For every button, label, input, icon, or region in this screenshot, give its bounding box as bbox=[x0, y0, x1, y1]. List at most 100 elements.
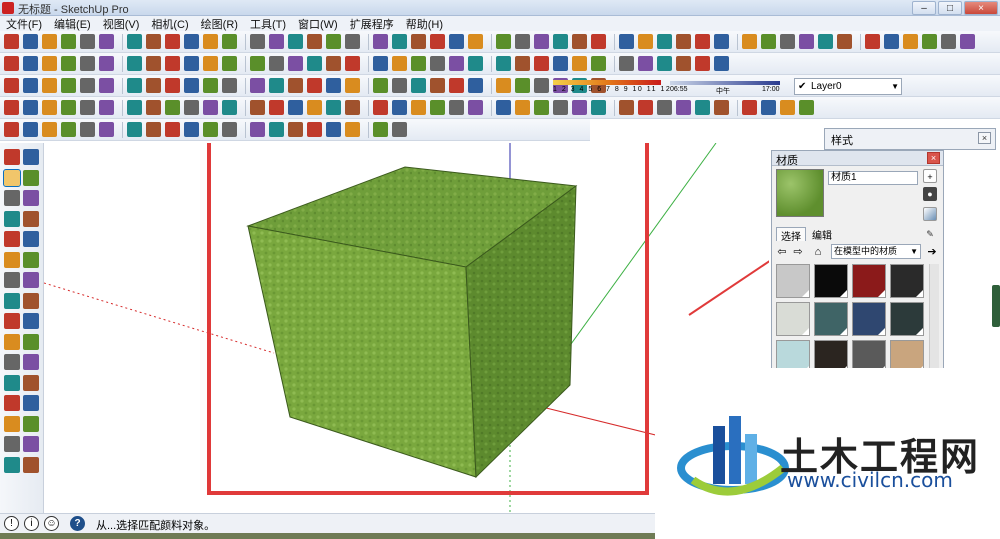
credits-icon[interactable]: i bbox=[24, 516, 39, 531]
material-swatch[interactable] bbox=[814, 264, 848, 298]
front-view-icon[interactable] bbox=[534, 56, 549, 71]
dimension-icon[interactable] bbox=[23, 333, 39, 350]
group-icon[interactable] bbox=[222, 78, 237, 93]
close-icon[interactable]: × bbox=[927, 152, 940, 164]
house-icon[interactable] bbox=[23, 122, 38, 137]
eraser-icon[interactable] bbox=[676, 34, 691, 49]
create-material-icon[interactable]: + bbox=[923, 169, 937, 183]
paint-bucket-icon[interactable] bbox=[553, 34, 568, 49]
axes-icon[interactable] bbox=[127, 122, 142, 137]
close-icon[interactable]: × bbox=[978, 132, 991, 144]
split-icon[interactable] bbox=[288, 100, 303, 115]
sandbox-icon[interactable] bbox=[288, 78, 303, 93]
subtract-icon[interactable] bbox=[80, 100, 95, 115]
scale-icon[interactable] bbox=[4, 313, 20, 329]
arc-icon[interactable] bbox=[392, 34, 407, 49]
home-icon[interactable] bbox=[4, 122, 19, 137]
left-view-icon[interactable] bbox=[99, 56, 114, 71]
zoom-extents-icon[interactable] bbox=[307, 34, 322, 49]
walk-icon[interactable] bbox=[4, 456, 20, 473]
left-view-icon[interactable] bbox=[591, 56, 606, 71]
pan-icon[interactable] bbox=[269, 34, 284, 49]
minimize-button[interactable]: – bbox=[912, 1, 936, 15]
union-icon[interactable] bbox=[553, 100, 568, 115]
trim-icon[interactable] bbox=[591, 100, 606, 115]
orbit-icon[interactable] bbox=[250, 34, 265, 49]
xray-icon[interactable] bbox=[127, 56, 142, 71]
layer-select[interactable]: ✔ Layer0 ▼ bbox=[794, 78, 902, 95]
intersect-icon[interactable] bbox=[345, 100, 360, 115]
solid-inspector-icon[interactable] bbox=[146, 100, 161, 115]
monochrome-icon[interactable] bbox=[468, 56, 483, 71]
component-icon[interactable] bbox=[23, 149, 39, 165]
outer-shell-icon[interactable] bbox=[534, 100, 549, 115]
flip-edge-icon[interactable] bbox=[184, 78, 199, 93]
component-icon[interactable] bbox=[411, 78, 426, 93]
forward-icon[interactable]: ⇨ bbox=[792, 245, 804, 259]
orbit-icon[interactable] bbox=[903, 34, 918, 49]
material-name-field[interactable]: 材质1 bbox=[828, 171, 918, 185]
3d-text-icon[interactable] bbox=[184, 122, 199, 137]
material-swatch[interactable] bbox=[776, 264, 810, 298]
axes-icon[interactable] bbox=[4, 374, 20, 391]
menu-view[interactable]: 视图(V) bbox=[97, 16, 146, 32]
eraser-icon[interactable] bbox=[23, 34, 38, 49]
swatch-scrollbar[interactable] bbox=[929, 264, 939, 369]
xray-icon[interactable] bbox=[619, 56, 634, 71]
eraser-icon[interactable] bbox=[23, 169, 39, 186]
subtract-icon[interactable] bbox=[250, 100, 265, 115]
user-icon[interactable]: ☺ bbox=[44, 516, 59, 531]
help-icon[interactable]: ? bbox=[70, 516, 85, 531]
rotate-icon[interactable] bbox=[4, 292, 20, 309]
iso-view-icon[interactable] bbox=[4, 56, 19, 71]
pan-icon[interactable] bbox=[591, 34, 606, 49]
material-swatch[interactable] bbox=[890, 302, 924, 336]
add-detail-icon[interactable] bbox=[373, 78, 388, 93]
zoom-icon[interactable] bbox=[4, 415, 20, 432]
paint-bucket-icon[interactable] bbox=[3, 168, 21, 187]
select-icon[interactable] bbox=[4, 34, 19, 49]
freehand-icon[interactable] bbox=[23, 190, 39, 206]
outer-shell-icon[interactable] bbox=[42, 100, 57, 115]
offset-icon[interactable] bbox=[165, 34, 180, 49]
rotated-rectangle-icon[interactable] bbox=[23, 210, 39, 227]
smoove-icon[interactable] bbox=[99, 78, 114, 93]
text-icon[interactable] bbox=[534, 34, 549, 49]
add-detail-icon[interactable] bbox=[165, 78, 180, 93]
stamp-icon[interactable] bbox=[127, 78, 142, 93]
zoom-window-icon[interactable] bbox=[23, 415, 39, 432]
intersect-icon[interactable] bbox=[23, 100, 38, 115]
material-swatch[interactable] bbox=[852, 264, 886, 298]
zoom-extents-icon[interactable] bbox=[960, 34, 975, 49]
xray-icon[interactable] bbox=[373, 56, 388, 71]
push-pull-icon[interactable] bbox=[761, 34, 776, 49]
subtract-icon[interactable] bbox=[742, 100, 757, 115]
material-swatch[interactable] bbox=[776, 302, 810, 336]
panel-handle[interactable] bbox=[992, 285, 1000, 327]
menu-help[interactable]: 帮助(H) bbox=[400, 16, 449, 32]
follow-me-icon[interactable] bbox=[496, 100, 511, 115]
rectangle-icon[interactable] bbox=[411, 34, 426, 49]
section-cut-icon[interactable] bbox=[61, 78, 76, 93]
menu-draw[interactable]: 绘图(R) bbox=[195, 16, 244, 32]
drape-icon[interactable] bbox=[146, 78, 161, 93]
trim-icon[interactable] bbox=[99, 100, 114, 115]
offset-icon[interactable] bbox=[23, 313, 39, 329]
follow-me-icon[interactable] bbox=[165, 100, 180, 115]
shaded-icon[interactable] bbox=[430, 56, 445, 71]
pencil-icon[interactable] bbox=[695, 34, 710, 49]
home-icon[interactable] bbox=[203, 122, 218, 137]
rotate-icon[interactable] bbox=[127, 34, 142, 49]
top-view-icon[interactable] bbox=[515, 56, 530, 71]
iso-view-icon[interactable] bbox=[250, 56, 265, 71]
subtract-icon[interactable] bbox=[411, 100, 426, 115]
front-view-icon[interactable] bbox=[42, 56, 57, 71]
text-icon[interactable] bbox=[203, 34, 218, 49]
push-pull-icon[interactable] bbox=[23, 272, 39, 288]
material-preview[interactable] bbox=[776, 169, 824, 217]
tape-icon[interactable] bbox=[837, 34, 852, 49]
split-icon[interactable] bbox=[780, 100, 795, 115]
menu-file[interactable]: 文件(F) bbox=[0, 16, 48, 32]
union-icon[interactable] bbox=[714, 100, 729, 115]
offset-icon[interactable] bbox=[496, 34, 511, 49]
